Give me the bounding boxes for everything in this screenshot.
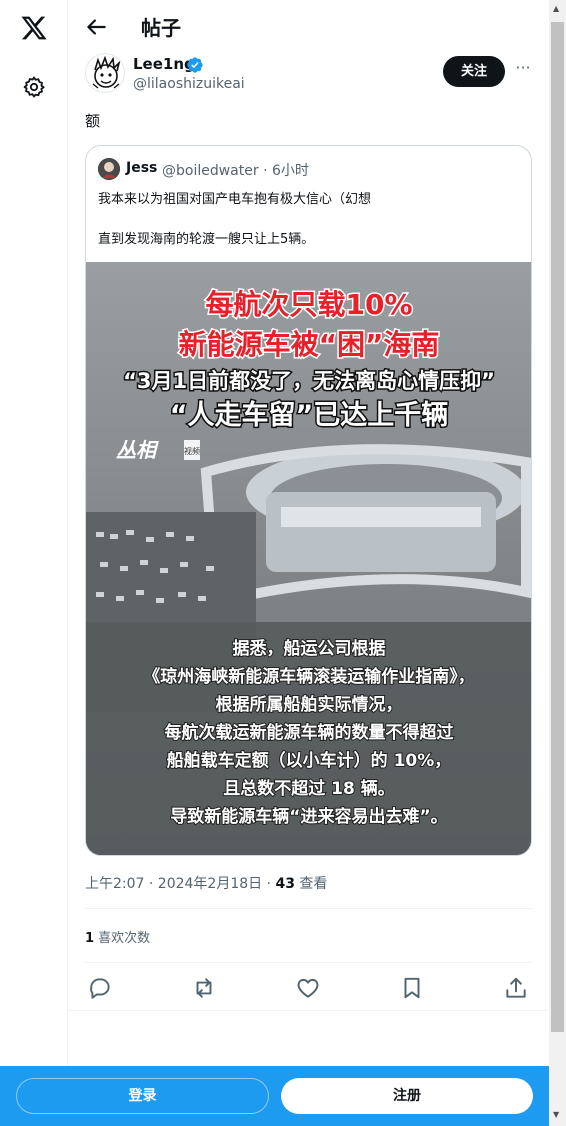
- likes-count: 1: [85, 931, 95, 946]
- likes-label: 喜欢次数: [94, 931, 151, 946]
- media-headline-line-4: “人走车留”已达上千辆: [170, 399, 449, 431]
- back-arrow-icon[interactable]: [83, 14, 109, 40]
- quoted-author-name: Jess: [126, 160, 158, 176]
- quoted-time-ago: 6小时: [271, 163, 309, 179]
- media-caption-line-2: 《琼州海峡新能源车辆滚装运输作业指南》，: [143, 666, 475, 687]
- avatar-doodle-icon: [92, 55, 121, 89]
- left-nav-rail: [0, 0, 68, 1126]
- media-headline-line-2: 新能源车被“困”海南: [179, 328, 440, 361]
- reply-icon[interactable]: [87, 975, 113, 1001]
- settings-gear-icon[interactable]: [22, 75, 46, 99]
- verified-badge-icon: [187, 57, 203, 73]
- likes-summary[interactable]: 1 喜欢次数: [85, 927, 150, 946]
- top-bar: 帖子: [69, 0, 549, 53]
- media-caption-line-3: 根据所属船舶实际情况，: [216, 694, 403, 715]
- quoted-author-handle: @boiledwater: [162, 163, 259, 179]
- quoted-post-card[interactable]: Jess @boiledwater · 6小时 我本来以为祖国对国产电车抱有极大…: [85, 145, 532, 856]
- scrollbar-thumb[interactable]: [551, 22, 564, 1032]
- post-timestamp: 上午2:07 · 2024年2月18日 · 43 查看: [85, 873, 327, 893]
- divider: [69, 1010, 549, 1011]
- quoted-media-image[interactable]: 每航次只载10% 新能源车被“困”海南 “3月1日前都没了，无法离岛心情压抑” …: [86, 262, 531, 855]
- bottom-auth-bar: 登录 注册: [0, 1066, 549, 1126]
- like-heart-icon[interactable]: [295, 975, 321, 1001]
- post-timestamp-text[interactable]: 上午2:07 · 2024年2月18日 ·: [85, 876, 276, 892]
- x-logo-icon[interactable]: [19, 14, 49, 42]
- views-count: 43: [275, 876, 295, 892]
- quoted-author-meta: @boiledwater · 6小时: [162, 160, 309, 180]
- page-scrollbar[interactable]: ▲ ▼: [549, 0, 566, 1126]
- media-headline-line-1: 每航次只载10%: [205, 288, 412, 321]
- divider: [85, 908, 533, 909]
- quoted-text-line-2: 直到发现海南的轮渡一艘只让上5辆。: [98, 232, 315, 247]
- share-icon[interactable]: [503, 975, 529, 1001]
- author-handle[interactable]: @lilaoshizuikeai: [133, 76, 245, 92]
- media-caption-line-1: 据悉，船运公司根据: [233, 638, 386, 659]
- scroll-down-arrow-icon[interactable]: ▼: [553, 1110, 559, 1119]
- repost-icon[interactable]: [191, 975, 217, 1001]
- media-caption-line-4: 每航次载运新能源车辆的数量不得超过: [165, 722, 454, 743]
- scroll-up-arrow-icon[interactable]: ▲: [553, 4, 559, 13]
- author-avatar[interactable]: [85, 53, 125, 93]
- media-watermark-sub: 视频: [184, 446, 200, 456]
- views-label: 查看: [294, 876, 328, 892]
- quoted-text-line-1: 我本来以为祖国对国产电车抱有极大信心（幻想: [98, 192, 372, 207]
- media-watermark-logo: 丛相: [116, 438, 159, 462]
- post-text: 额: [85, 112, 101, 130]
- bookmark-icon[interactable]: [399, 975, 425, 1001]
- post-actions-bar: [85, 975, 533, 1001]
- quoted-meta-separator: ·: [263, 163, 272, 179]
- more-options-icon[interactable]: ···: [513, 60, 533, 80]
- media-terminal-building: [266, 492, 496, 572]
- media-caption-line-5: 船舶载车定额（以小车计）的 10%，: [167, 750, 452, 771]
- main-column: 帖子 Lee1ng @lilaoshizuikeai 关注 ··· 额 Jess…: [69, 0, 549, 1066]
- media-caption-line-6: 且总数不超过 18 辆。: [223, 778, 395, 799]
- media-headline-line-3: “3月1日前都没了，无法离岛心情压抑”: [123, 369, 495, 393]
- signup-button[interactable]: 注册: [281, 1078, 533, 1114]
- quoted-author-avatar: [98, 158, 120, 180]
- media-caption-line-7: 导致新能源车辆“进来容易出去难”。: [170, 806, 447, 827]
- divider: [85, 962, 533, 963]
- page-title: 帖子: [141, 16, 181, 40]
- follow-button[interactable]: 关注: [443, 56, 505, 87]
- login-button[interactable]: 登录: [16, 1078, 269, 1114]
